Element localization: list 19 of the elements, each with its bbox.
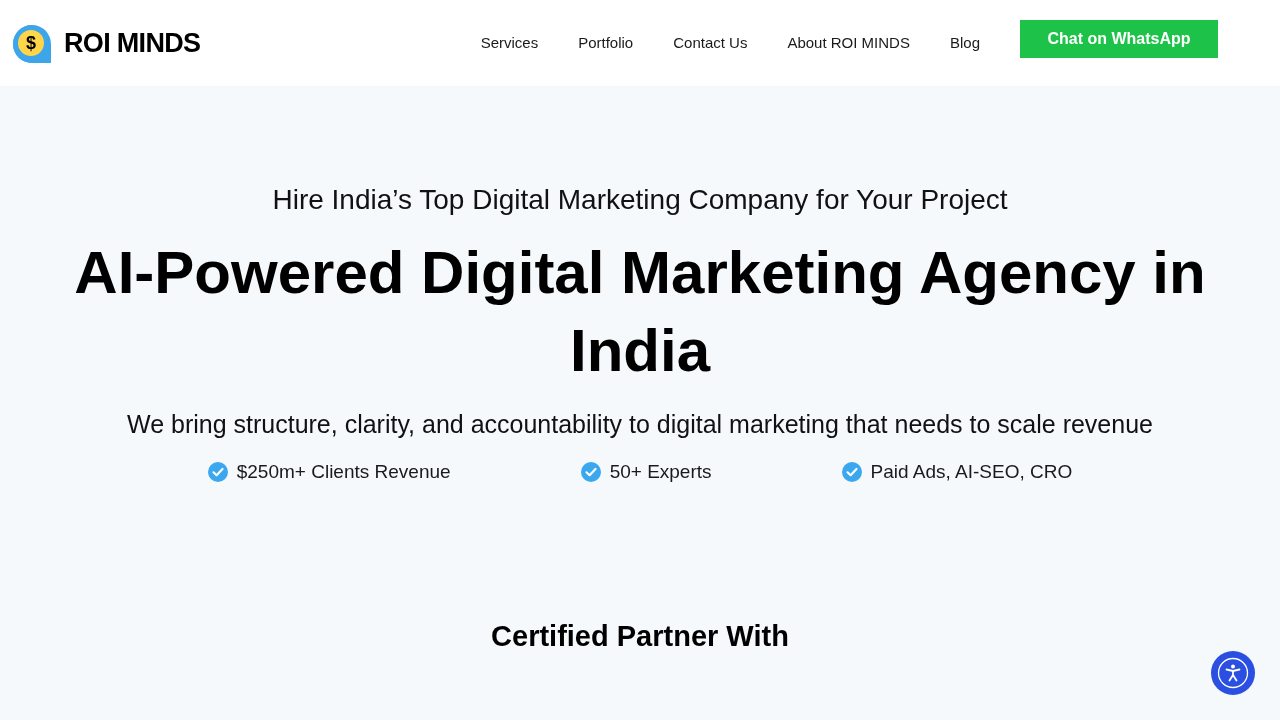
accessibility-icon bbox=[1217, 657, 1249, 689]
nav-link[interactable]: About ROI MINDS bbox=[787, 31, 910, 55]
check-circle-icon bbox=[841, 462, 862, 483]
hero-heading: AI-Powered Digital Marketing Agency in India bbox=[73, 238, 1207, 386]
accessibility-button[interactable] bbox=[1211, 651, 1255, 695]
highlight-text: 50+ Experts bbox=[609, 460, 712, 484]
highlight-text: $250m+ Clients Revenue bbox=[236, 460, 451, 484]
logo-wordmark[interactable]: ROI MINDS bbox=[64, 22, 201, 64]
nav-link[interactable]: Services bbox=[480, 31, 539, 55]
hero-eyebrow: Hire India’s Top Digital Marketing Company for Your Project bbox=[272, 183, 1008, 217]
check-circle-icon bbox=[207, 462, 228, 483]
nav-link[interactable]: Contact Us bbox=[673, 31, 748, 55]
check-circle-icon bbox=[580, 462, 601, 483]
logo-icon: $ bbox=[12, 24, 52, 64]
nav-link[interactable]: Blog bbox=[949, 31, 980, 55]
highlight-text: Paid Ads, AI-SEO, CRO bbox=[870, 460, 1073, 484]
hero-subtitle: We bring structure, clarity, and accountability to digital marketing that needs to scale revenue bbox=[127, 409, 1153, 440]
partners-heading: Certified Partner With bbox=[491, 618, 789, 654]
nav-link[interactable]: Portfolio bbox=[578, 31, 634, 55]
